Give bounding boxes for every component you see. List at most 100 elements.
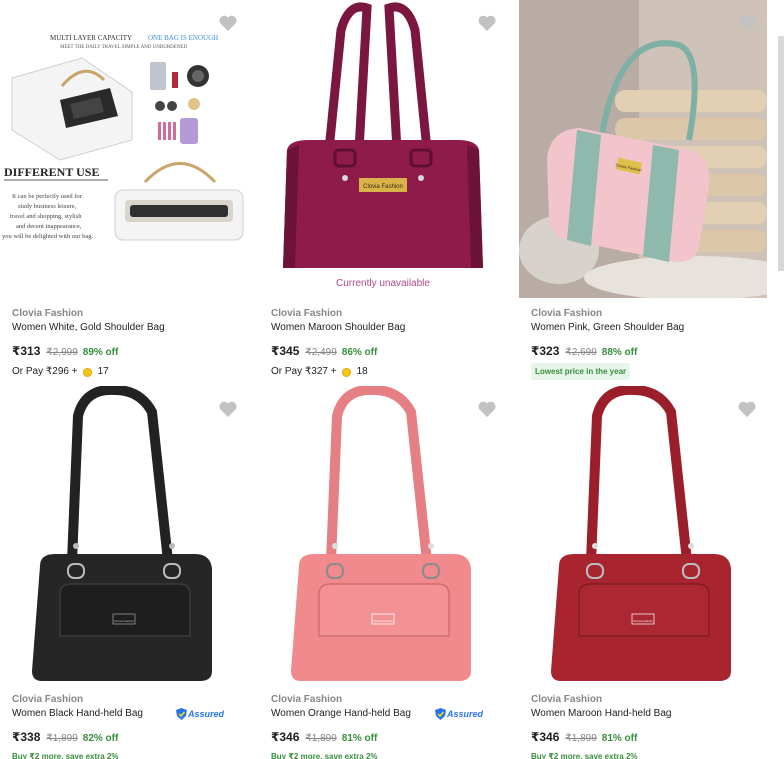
- product-brand: Clovia Fashion: [271, 694, 343, 705]
- product-info: Clovia Fashion Women Maroon Shoulder Bag…: [271, 307, 507, 381]
- white-bag-infographic: MULTI LAYER CAPACITY ONE BAG IS ENOUGH M…: [2, 34, 244, 241]
- infographic-body-4: and decent inappearance,: [16, 223, 82, 230]
- discount-percent: 81% off: [601, 733, 638, 744]
- product-image[interactable]: Clovia Fashion: [259, 386, 507, 686]
- price-row: ₹313 ₹2,999 89% off: [12, 341, 248, 361]
- product-title[interactable]: Women Black Hand-held Bag: [12, 707, 143, 721]
- pay-with-coins-row: Or Pay ₹327 + 18: [271, 363, 507, 381]
- wishlist-heart-icon[interactable]: [218, 400, 238, 418]
- pay-with-coins-row: Or Pay ₹296 + 17: [12, 363, 248, 381]
- wishlist-heart-icon[interactable]: [477, 400, 497, 418]
- infographic-line1-accent: ONE BAG IS ENOUGH: [148, 34, 218, 42]
- price-row: ₹338 ₹1,899 82% off: [12, 727, 248, 747]
- infographic-body-2: study business leisure,: [18, 203, 77, 210]
- discount-percent: 82% off: [82, 733, 119, 744]
- product-card[interactable]: Clovia Fashion Clovia Fashion Women Oran…: [259, 386, 519, 759]
- product-brand: Clovia Fashion: [12, 694, 84, 705]
- original-price: ₹1,899: [46, 733, 78, 744]
- infographic-line2: MEET THE DAILY TRAVEL SIMPLE AND UNBURDE…: [60, 45, 187, 50]
- product-info: Clovia Fashion Women Black Hand-held Bag…: [12, 693, 248, 759]
- pay-with-coins-text: Or Pay ₹296 +: [12, 366, 78, 377]
- supercoin-icon: [341, 367, 351, 377]
- product-title[interactable]: Women Orange Hand-held Bag: [271, 707, 411, 721]
- infographic-body-3: travel and shopping, stylish: [10, 213, 82, 220]
- orange-handheld-bag-image: Clovia Fashion: [291, 386, 471, 681]
- infographic-line1: MULTI LAYER CAPACITY: [50, 34, 132, 42]
- selling-price: ₹323: [531, 344, 560, 358]
- discount-percent: 81% off: [341, 733, 378, 744]
- bag-brand-tag: Clovia Fashion: [363, 184, 403, 190]
- assured-badge: Assured: [175, 708, 224, 720]
- product-image[interactable]: MULTI LAYER CAPACITY ONE BAG IS ENOUGH M…: [0, 0, 248, 298]
- extra-offer: Buy ₹2 more, save extra 2%: [271, 752, 378, 759]
- wishlist-heart-icon[interactable]: [737, 14, 757, 32]
- wishlist-heart-icon[interactable]: [218, 14, 238, 32]
- coin-count: 17: [97, 366, 109, 377]
- product-brand: Clovia Fashion: [12, 308, 84, 319]
- product-info: Clovia Fashion Women Orange Hand-held Ba…: [271, 693, 507, 759]
- title-row: Women Black Hand-held Bag Assured: [12, 707, 248, 721]
- product-info: Clovia Fashion Women Maroon Hand-held Ba…: [531, 693, 767, 759]
- product-title[interactable]: Women Pink, Green Shoulder Bag: [531, 321, 767, 335]
- selling-price: ₹313: [12, 344, 41, 358]
- assured-badge: Assured: [434, 708, 483, 720]
- product-card[interactable]: Clovia Fashion Clovia Fashion Women Blac…: [0, 386, 260, 759]
- pay-with-coins-text: Or Pay ₹327 +: [271, 366, 337, 377]
- selling-price: ₹346: [531, 730, 560, 744]
- product-image[interactable]: Clovia Fashion: [259, 0, 507, 270]
- lowest-price-badge: Lowest price in the year: [531, 363, 631, 380]
- selling-price: ₹346: [271, 730, 300, 744]
- product-title[interactable]: Women Maroon Shoulder Bag: [271, 321, 507, 335]
- price-row: ₹323 ₹2,699 88% off: [531, 341, 767, 361]
- product-brand: Clovia Fashion: [271, 308, 343, 319]
- product-info: Clovia Fashion Women Pink, Green Shoulde…: [531, 307, 767, 380]
- selling-price: ₹345: [271, 344, 300, 358]
- pink-green-bag-image: Clovia Fashion: [519, 0, 767, 298]
- extra-offer: Buy ₹2 more, save extra 2%: [531, 752, 638, 759]
- selling-price: ₹338: [12, 730, 41, 744]
- bag-brand-tag: Clovia Fashion: [114, 619, 134, 623]
- price-row: ₹346 ₹1,899 81% off: [531, 727, 767, 747]
- title-row: Women Orange Hand-held Bag Assured: [271, 707, 507, 721]
- extra-offer: Buy ₹2 more, save extra 2%: [12, 752, 119, 759]
- availability-status: Currently unavailable: [336, 278, 430, 289]
- coin-count: 18: [356, 366, 368, 377]
- original-price: ₹2,499: [305, 347, 337, 358]
- product-brand: Clovia Fashion: [531, 308, 603, 319]
- discount-percent: 86% off: [341, 347, 378, 358]
- assured-shield-icon: [434, 708, 446, 720]
- original-price: ₹2,699: [565, 347, 597, 358]
- assured-label: Assured: [187, 709, 224, 719]
- wishlist-heart-icon[interactable]: [477, 14, 497, 32]
- price-row: ₹346 ₹1,899 81% off: [271, 727, 507, 747]
- assured-label: Assured: [446, 709, 483, 719]
- discount-percent: 89% off: [82, 347, 119, 358]
- infographic-heading: DIFFERENT USE: [4, 165, 99, 179]
- product-title[interactable]: Women White, Gold Shoulder Bag: [12, 321, 248, 335]
- discount-percent: 88% off: [601, 347, 638, 358]
- product-card[interactable]: Clovia Fashion Clovia Fashion Women Pink…: [519, 0, 779, 385]
- product-info: Clovia Fashion Women White, Gold Shoulde…: [12, 307, 248, 381]
- maroon-handheld-bag-image: Clovia Fashion: [551, 386, 731, 681]
- product-image[interactable]: Clovia Fashion: [519, 386, 767, 686]
- original-price: ₹1,899: [305, 733, 337, 744]
- product-image[interactable]: Clovia Fashion: [0, 386, 248, 686]
- maroon-shoulder-bag-image: Clovia Fashion: [283, 2, 483, 268]
- product-card[interactable]: Clovia Fashion Clovia Fashion Women Maro…: [519, 386, 779, 759]
- infographic-body-1: It can be perfectly used for: [12, 193, 83, 200]
- wishlist-heart-icon[interactable]: [737, 400, 757, 418]
- original-price: ₹1,899: [565, 733, 597, 744]
- product-image[interactable]: Clovia Fashion: [519, 0, 767, 298]
- assured-shield-icon: [175, 708, 187, 720]
- product-brand: Clovia Fashion: [531, 694, 603, 705]
- product-card[interactable]: Clovia Fashion Currently unavailable Clo…: [259, 0, 519, 385]
- price-row: ₹345 ₹2,499 86% off: [271, 341, 507, 361]
- product-title[interactable]: Women Maroon Hand-held Bag: [531, 707, 767, 721]
- supercoin-icon: [82, 367, 92, 377]
- product-card[interactable]: MULTI LAYER CAPACITY ONE BAG IS ENOUGH M…: [0, 0, 260, 385]
- original-price: ₹2,999: [46, 347, 78, 358]
- black-handheld-bag-image: Clovia Fashion: [32, 386, 212, 681]
- bag-brand-tag: Clovia Fashion: [633, 619, 653, 623]
- bag-brand-tag: Clovia Fashion: [373, 619, 393, 623]
- infographic-body-5: you will be delighted with our bag.: [2, 233, 94, 240]
